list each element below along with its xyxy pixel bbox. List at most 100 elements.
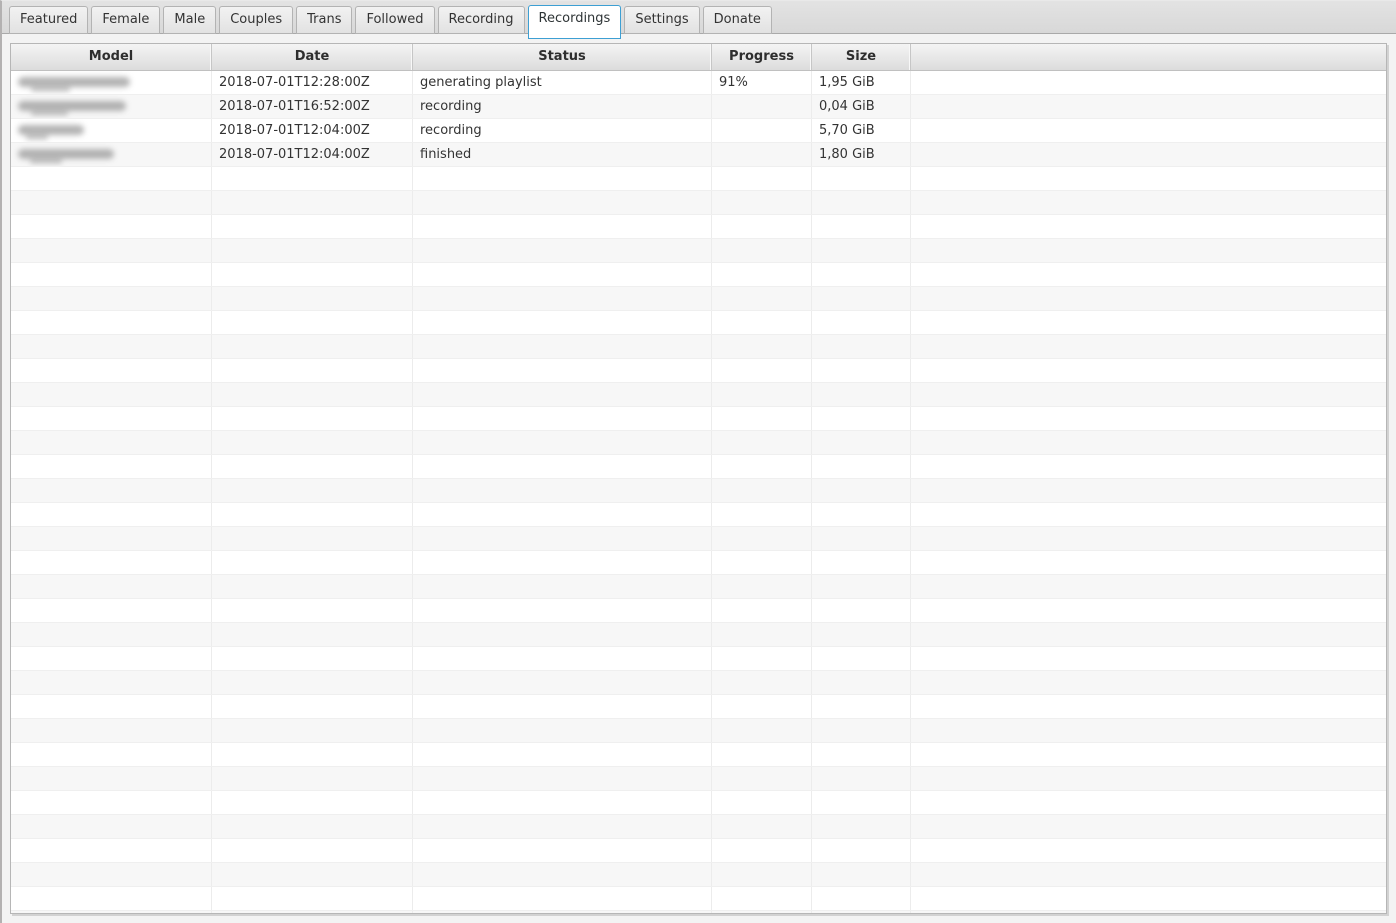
- cell-date: [212, 527, 413, 550]
- cell-progress: [712, 263, 812, 286]
- column-header-date[interactable]: Date: [212, 44, 413, 70]
- empty-row: [11, 815, 1386, 839]
- cell-size: [812, 167, 911, 190]
- cell-size: 1,95 GiB: [812, 71, 911, 94]
- cell-filler: [911, 383, 1386, 406]
- tab-followed[interactable]: Followed: [355, 6, 434, 34]
- cell-status: [413, 239, 712, 262]
- cell-status: finished: [413, 143, 712, 166]
- cell-filler: [911, 887, 1386, 910]
- cell-model: [11, 863, 212, 886]
- cell-date: [212, 287, 413, 310]
- cell-model: [11, 407, 212, 430]
- cell-progress: [712, 575, 812, 598]
- empty-row: [11, 623, 1386, 647]
- cell-status: [413, 359, 712, 382]
- cell-date: [212, 647, 413, 670]
- cell-size: [812, 431, 911, 454]
- cell-progress: [712, 695, 812, 718]
- cell-progress: [712, 599, 812, 622]
- cell-size: [812, 575, 911, 598]
- cell-date: [212, 743, 413, 766]
- cell-date: [212, 551, 413, 574]
- tab-recordings[interactable]: Recordings: [528, 5, 622, 39]
- cell-status: [413, 455, 712, 478]
- cell-status: [413, 599, 712, 622]
- cell-date: [212, 167, 413, 190]
- cell-model: [11, 815, 212, 838]
- cell-filler: [911, 335, 1386, 358]
- cell-progress: [712, 119, 812, 142]
- table-row[interactable]: 2018-07-01T12:04:00Zrecording5,70 GiB: [11, 119, 1386, 143]
- cell-date: [212, 311, 413, 334]
- tab-male[interactable]: Male: [163, 6, 216, 34]
- cell-size: [812, 719, 911, 742]
- column-header-size[interactable]: Size: [812, 44, 911, 70]
- cell-status: generating playlist: [413, 71, 712, 94]
- cell-progress: [712, 167, 812, 190]
- cell-filler: [911, 239, 1386, 262]
- cell-progress: [712, 767, 812, 790]
- cell-model: [11, 359, 212, 382]
- empty-row: [11, 551, 1386, 575]
- cell-model: [11, 911, 212, 914]
- tab-trans[interactable]: Trans: [296, 6, 352, 34]
- cell-date: [212, 623, 413, 646]
- cell-date: [212, 431, 413, 454]
- cell-size: [812, 863, 911, 886]
- cell-model: [11, 95, 212, 118]
- cell-status: [413, 479, 712, 502]
- cell-status: [413, 839, 712, 862]
- cell-status: recording: [413, 119, 712, 142]
- cell-model: [11, 455, 212, 478]
- cell-filler: [911, 767, 1386, 790]
- empty-row: [11, 719, 1386, 743]
- redacted-model-name: [18, 149, 114, 159]
- table-row[interactable]: 2018-07-01T12:28:00Zgenerating playlist9…: [11, 71, 1386, 95]
- cell-filler: [911, 455, 1386, 478]
- cell-size: [812, 671, 911, 694]
- cell-size: [812, 599, 911, 622]
- column-header-progress[interactable]: Progress: [712, 44, 812, 70]
- empty-row: [11, 239, 1386, 263]
- cell-progress: [712, 911, 812, 914]
- cell-date: [212, 335, 413, 358]
- tab-female[interactable]: Female: [91, 6, 160, 34]
- cell-model: [11, 599, 212, 622]
- cell-status: [413, 671, 712, 694]
- cell-size: [812, 695, 911, 718]
- cell-progress: 91%: [712, 71, 812, 94]
- cell-date: 2018-07-01T12:04:00Z: [212, 119, 413, 142]
- cell-size: 0,04 GiB: [812, 95, 911, 118]
- cell-size: [812, 191, 911, 214]
- cell-model: [11, 719, 212, 742]
- cell-status: [413, 911, 712, 914]
- cell-date: [212, 263, 413, 286]
- cell-model: [11, 503, 212, 526]
- cell-size: [812, 503, 911, 526]
- cell-model: [11, 71, 212, 94]
- cell-status: [413, 743, 712, 766]
- table-row[interactable]: 2018-07-01T12:04:00Zfinished1,80 GiB: [11, 143, 1386, 167]
- table-row[interactable]: 2018-07-01T16:52:00Zrecording0,04 GiB: [11, 95, 1386, 119]
- tab-recording[interactable]: Recording: [438, 6, 525, 34]
- cell-progress: [712, 407, 812, 430]
- cell-model: [11, 263, 212, 286]
- column-header-status[interactable]: Status: [413, 44, 712, 70]
- tab-featured[interactable]: Featured: [9, 6, 88, 34]
- empty-row: [11, 791, 1386, 815]
- cell-date: [212, 215, 413, 238]
- cell-progress: [712, 95, 812, 118]
- empty-row: [11, 359, 1386, 383]
- column-header-model[interactable]: Model: [11, 44, 212, 70]
- tab-donate[interactable]: Donate: [703, 6, 772, 34]
- cell-status: [413, 335, 712, 358]
- empty-row: [11, 503, 1386, 527]
- cell-date: [212, 599, 413, 622]
- tab-settings[interactable]: Settings: [624, 6, 699, 34]
- cell-filler: [911, 599, 1386, 622]
- tab-bar: FeaturedFemaleMaleCouplesTransFollowedRe…: [2, 1, 1396, 34]
- cell-date: 2018-07-01T12:04:00Z: [212, 143, 413, 166]
- redacted-model-name: [18, 77, 130, 87]
- tab-couples[interactable]: Couples: [219, 6, 293, 34]
